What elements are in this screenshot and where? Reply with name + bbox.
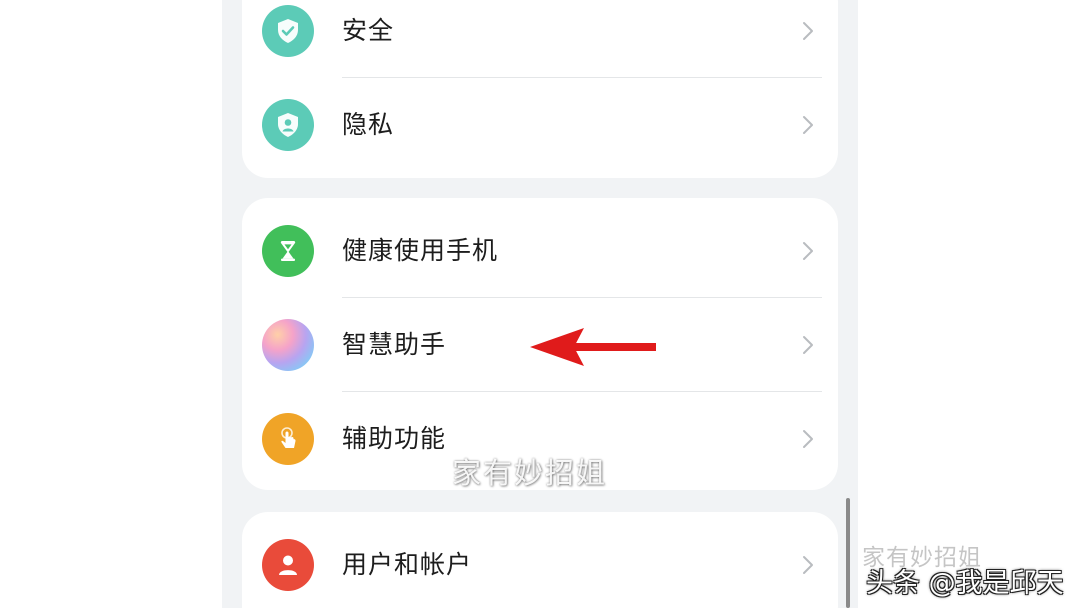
hand-touch-icon [262,413,314,465]
chevron-right-icon [803,22,813,40]
scrollbar[interactable] [846,498,850,608]
shield-check-icon [262,5,314,57]
red-arrow-annotation [530,328,656,366]
settings-item-label: 隐私 [342,110,395,139]
settings-item-label: 用户和帐户 [342,550,473,579]
settings-item-label: 安全 [342,16,395,45]
chevron-right-icon [803,242,813,260]
video-watermark: 家有妙招姐 [452,456,608,490]
chevron-right-icon [803,336,813,354]
screenshot: 安全 隐私 健康使用手机 智慧助手 辅助功能 用户和帐户 家有妙招姐 家有妙招姐… [0,0,1080,608]
chevron-right-icon [803,556,813,574]
settings-item-label: 智慧助手 [342,330,447,359]
settings-item-label: 健康使用手机 [342,236,499,265]
user-icon [262,539,314,591]
settings-item-privacy[interactable]: 隐私 [242,78,838,172]
settings-item-users-accounts[interactable]: 用户和帐户 [242,518,838,608]
settings-group-accounts: 用户和帐户 [242,512,838,608]
corner-credit: 头条 @我是邱天 [866,568,1064,599]
settings-screen: 安全 隐私 健康使用手机 智慧助手 辅助功能 用户和帐户 [222,0,858,608]
settings-item-security[interactable]: 安全 [242,0,838,78]
shield-person-icon [262,99,314,151]
settings-item-label: 辅助功能 [342,424,447,453]
assistant-orb-icon [262,319,314,371]
settings-item-digital-balance[interactable]: 健康使用手机 [242,204,838,298]
chevron-right-icon [803,116,813,134]
chevron-right-icon [803,430,813,448]
settings-group-security: 安全 隐私 [242,0,838,178]
hourglass-icon [262,225,314,277]
